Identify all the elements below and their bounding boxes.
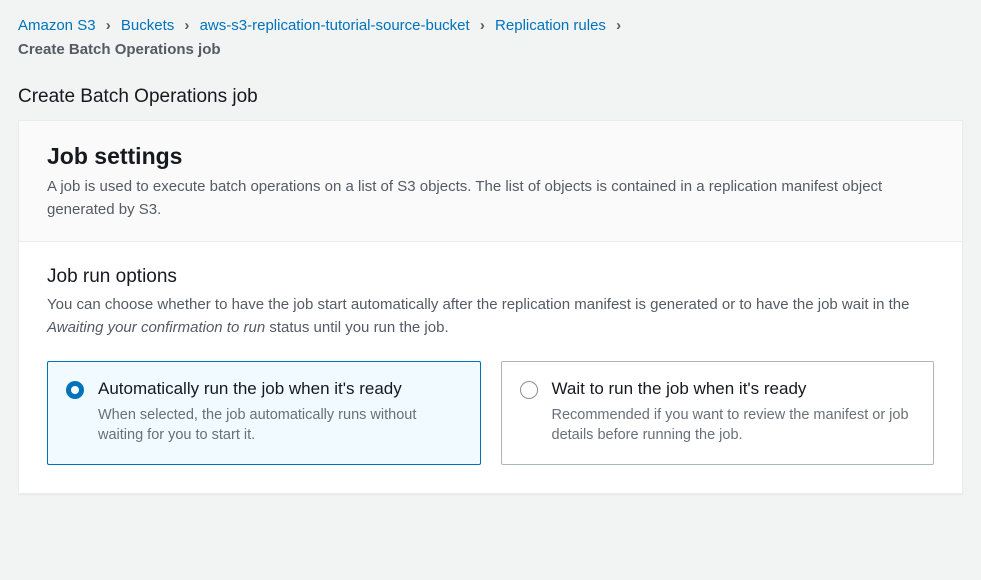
radio-text: Automatically run the job when it's read… <box>98 378 462 446</box>
job-run-options-description: You can choose whether to have the job s… <box>47 294 934 339</box>
job-settings-heading: Job settings <box>47 143 934 170</box>
page-title: Create Batch Operations job <box>0 62 981 120</box>
radio-title: Wait to run the job when it's ready <box>552 378 916 401</box>
radio-desc: When selected, the job automatically run… <box>98 405 462 446</box>
breadcrumb-current: Create Batch Operations job <box>18 41 221 58</box>
radio-option-wait[interactable]: Wait to run the job when it's ready Reco… <box>501 361 935 465</box>
desc-pre: You can choose whether to have the job s… <box>47 296 909 313</box>
desc-post: status until you run the job. <box>265 319 448 336</box>
panel-body: Job run options You can choose whether t… <box>19 242 962 493</box>
job-run-options-heading: Job run options <box>47 266 934 288</box>
chevron-right-icon: › <box>184 17 189 34</box>
radio-group-job-run: Automatically run the job when it's read… <box>47 361 934 465</box>
job-settings-description: A job is used to execute batch operation… <box>47 176 934 221</box>
breadcrumb-link-bucket-name[interactable]: aws-s3-replication-tutorial-source-bucke… <box>200 17 470 34</box>
radio-option-auto-run[interactable]: Automatically run the job when it's read… <box>47 361 481 465</box>
breadcrumb-link-s3[interactable]: Amazon S3 <box>18 17 96 34</box>
radio-title: Automatically run the job when it's read… <box>98 378 462 401</box>
chevron-right-icon: › <box>106 17 111 34</box>
radio-text: Wait to run the job when it's ready Reco… <box>552 378 916 446</box>
radio-desc: Recommended if you want to review the ma… <box>552 405 916 446</box>
job-settings-panel: Job settings A job is used to execute ba… <box>18 120 963 494</box>
desc-emphasis: Awaiting your confirmation to run <box>47 319 265 336</box>
breadcrumb-link-buckets[interactable]: Buckets <box>121 17 174 34</box>
radio-icon <box>66 381 84 399</box>
radio-icon <box>520 381 538 399</box>
chevron-right-icon: › <box>616 17 621 34</box>
breadcrumb: Amazon S3 › Buckets › aws-s3-replication… <box>0 0 981 62</box>
breadcrumb-link-replication-rules[interactable]: Replication rules <box>495 17 606 34</box>
chevron-right-icon: › <box>480 17 485 34</box>
panel-header: Job settings A job is used to execute ba… <box>19 121 962 242</box>
